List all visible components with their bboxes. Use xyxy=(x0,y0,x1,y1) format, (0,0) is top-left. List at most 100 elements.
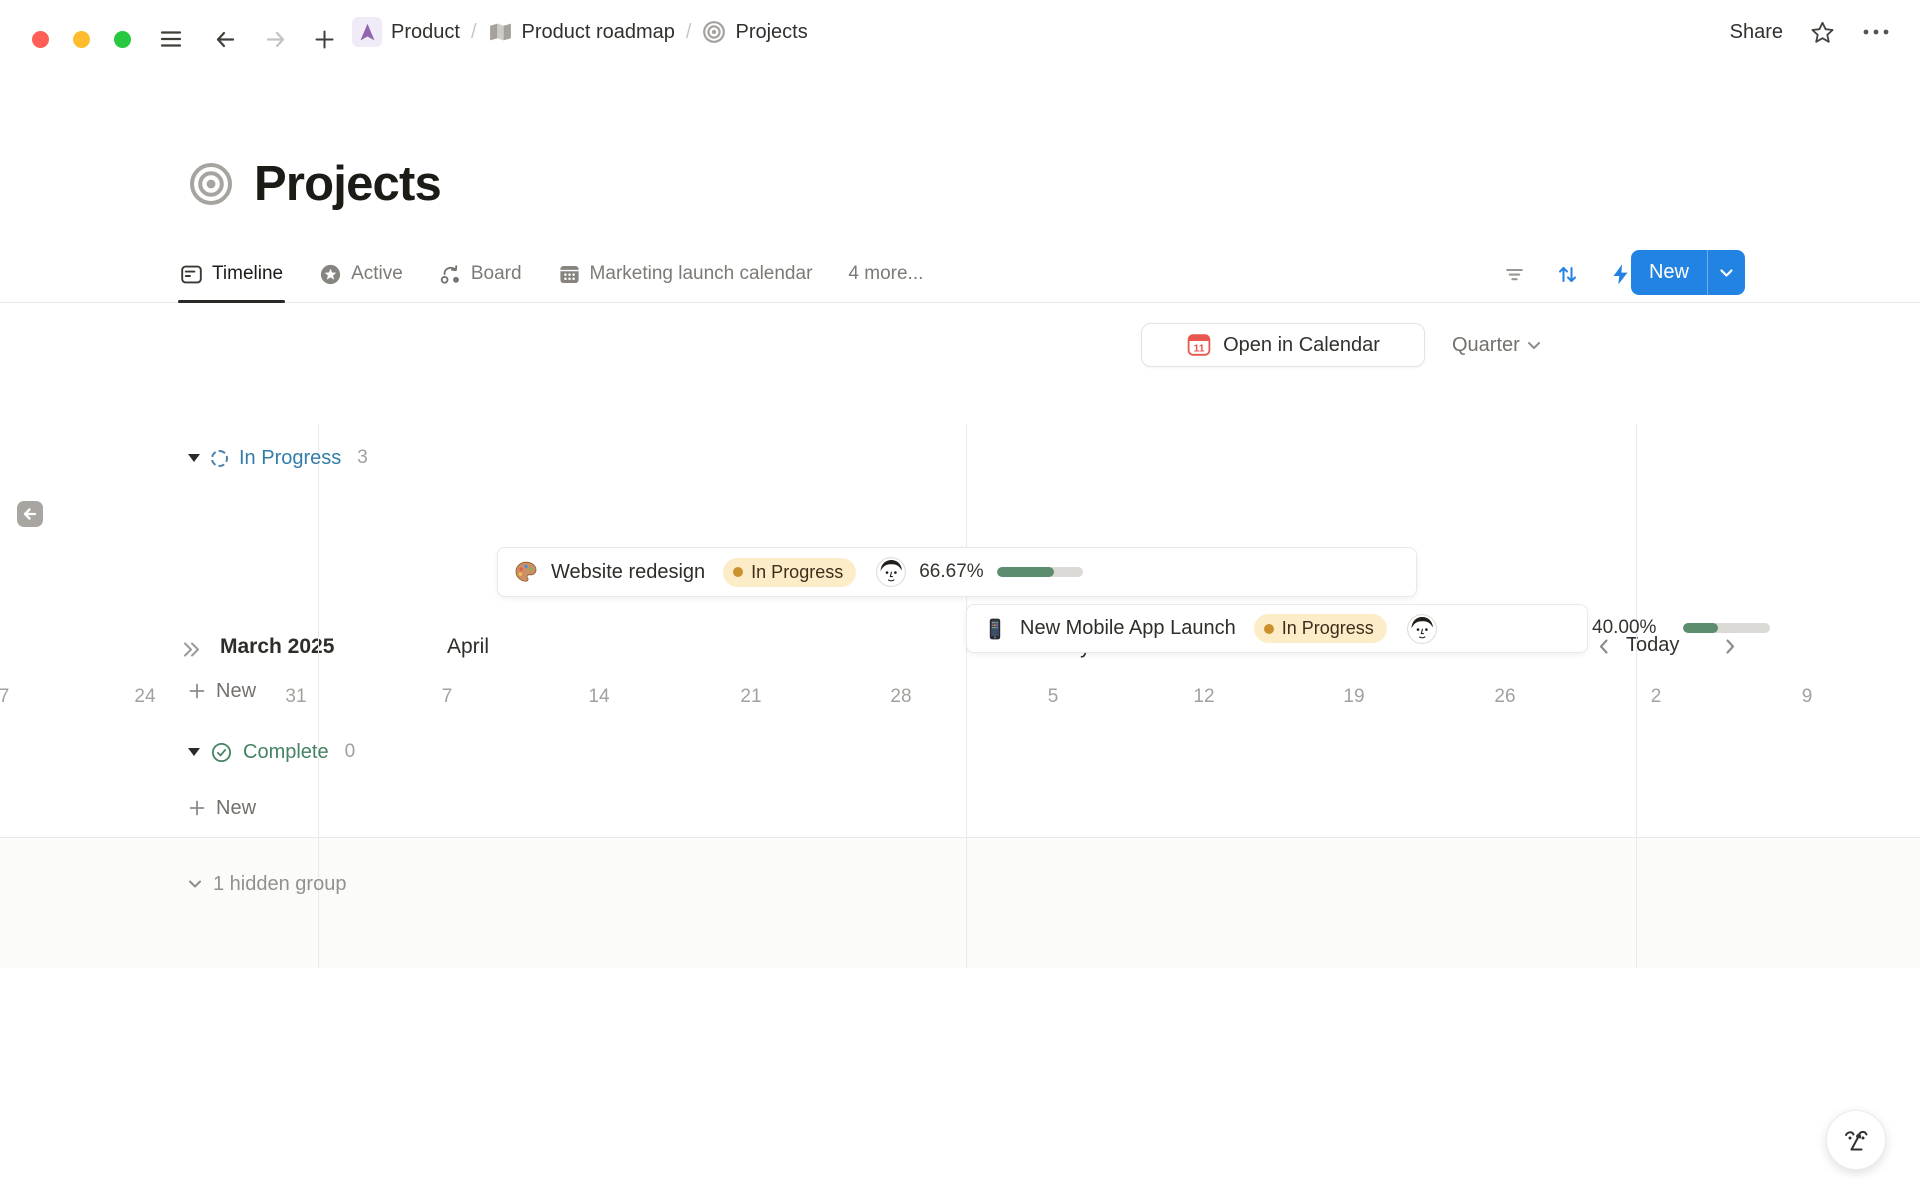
chevron-down-icon xyxy=(186,875,204,893)
timeline-card-website-redesign[interactable]: Website redesign In Progress 66.67% xyxy=(497,547,1417,597)
timeline-body: In Progress 3 Website redesign In Progre… xyxy=(0,424,1920,968)
view-tabs-row: Timeline Active Board Marketing launch c… xyxy=(0,246,1920,303)
more-icon[interactable] xyxy=(1862,28,1890,36)
window-close-button[interactable] xyxy=(32,31,49,48)
svg-text:11: 11 xyxy=(1194,343,1205,355)
new-button-chevron-icon[interactable] xyxy=(1707,250,1745,295)
breadcrumb-projects[interactable]: Projects xyxy=(735,21,807,44)
target-icon xyxy=(702,20,726,44)
group-name: In Progress xyxy=(239,447,341,470)
notion-ai-button[interactable] xyxy=(1826,1110,1886,1170)
breadcrumb: Product / Product roadmap / Projects xyxy=(352,17,808,47)
month-gridline xyxy=(966,424,967,968)
chevron-down-icon xyxy=(1527,341,1541,350)
new-page-icon[interactable] xyxy=(311,26,337,52)
map-icon xyxy=(488,20,513,44)
share-button[interactable]: Share xyxy=(1730,21,1783,44)
group-name: Complete xyxy=(243,741,329,764)
assignee-avatar xyxy=(876,557,906,587)
status-badge: In Progress xyxy=(723,558,856,587)
breadcrumb-product[interactable]: Product xyxy=(391,21,460,44)
tab-label: Marketing launch calendar xyxy=(590,263,813,285)
breadcrumb-separator: / xyxy=(684,21,694,44)
window-titlebar: Product / Product roadmap / Projects Sha… xyxy=(0,0,1920,64)
view-tabs: Timeline Active Board Marketing launch c… xyxy=(180,246,923,302)
timeline-zoom-select[interactable]: Quarter xyxy=(1452,323,1541,367)
window-minimize-button[interactable] xyxy=(73,31,90,48)
month-gridline xyxy=(1636,424,1637,968)
collapse-triangle-icon[interactable] xyxy=(188,454,200,462)
filter-icon[interactable] xyxy=(1503,263,1526,286)
breadcrumb-product-roadmap[interactable]: Product roadmap xyxy=(522,21,675,44)
status-label: In Progress xyxy=(1282,618,1374,639)
calendar-view-icon xyxy=(558,263,581,286)
card-title: New Mobile App Launch xyxy=(1020,617,1236,640)
hidden-group-toggle[interactable]: 1 hidden group xyxy=(186,870,346,898)
page-title: Projects xyxy=(254,156,441,212)
group-header-complete[interactable]: Complete 0 xyxy=(188,737,355,767)
status-badge: In Progress xyxy=(1254,614,1387,643)
window-zoom-button[interactable] xyxy=(114,31,131,48)
tab-active[interactable]: Active xyxy=(319,246,403,302)
in-progress-status-icon xyxy=(211,450,228,467)
notion-ai-face-icon xyxy=(1837,1121,1875,1159)
assignee-avatar xyxy=(1407,614,1437,644)
breadcrumb-separator: / xyxy=(469,21,479,44)
hidden-group-label: 1 hidden group xyxy=(213,873,346,896)
card-title: Website redesign xyxy=(551,561,705,584)
scroll-left-button[interactable] xyxy=(17,501,43,527)
progress-bar xyxy=(997,567,1083,577)
progress-bar-fill xyxy=(1683,623,1718,633)
forward-icon[interactable] xyxy=(262,26,288,52)
tabs-more-button[interactable]: 4 more... xyxy=(848,263,923,285)
topbar-actions: Share xyxy=(1730,17,1890,47)
zoom-level-label: Quarter xyxy=(1452,334,1520,357)
tab-label: Active xyxy=(351,263,403,285)
mobile-phone-icon xyxy=(983,617,1007,641)
tab-label: Board xyxy=(471,263,522,285)
progress-bar-fill xyxy=(997,567,1055,577)
new-button-label[interactable]: New xyxy=(1631,250,1707,295)
progress-bar xyxy=(1683,623,1770,633)
tab-timeline[interactable]: Timeline xyxy=(180,246,283,302)
notion-window: Product / Product roadmap / Projects Sha… xyxy=(0,0,1920,1200)
add-new-label: New xyxy=(216,797,256,820)
timeline-header: March 2025 April May 11 Open in Calendar… xyxy=(0,303,1920,424)
board-view-icon xyxy=(439,263,462,286)
page-target-icon xyxy=(188,161,234,207)
open-in-calendar-label: Open in Calendar xyxy=(1223,334,1380,357)
add-new-label: New xyxy=(216,680,256,703)
group-header-in-progress[interactable]: In Progress 3 xyxy=(188,443,368,473)
open-in-calendar-button[interactable]: 11 Open in Calendar xyxy=(1141,323,1425,367)
collapse-triangle-icon[interactable] xyxy=(188,748,200,756)
calendar-icon: 11 xyxy=(1186,332,1212,358)
progress-percent: 66.67% xyxy=(919,561,983,583)
tab-marketing-launch-calendar[interactable]: Marketing launch calendar xyxy=(558,246,813,302)
favorite-star-icon[interactable] xyxy=(1810,20,1835,45)
tab-label: Timeline xyxy=(212,263,283,285)
hidden-group-section xyxy=(0,837,1920,968)
add-new-item-button[interactable]: New xyxy=(188,677,256,705)
star-circle-icon xyxy=(319,263,342,286)
page-header: Projects xyxy=(188,156,441,212)
status-dot-icon xyxy=(733,567,743,577)
lightning-icon[interactable] xyxy=(1609,263,1632,286)
back-icon[interactable] xyxy=(212,26,238,52)
add-new-item-button[interactable]: New xyxy=(188,794,256,822)
hamburger-icon[interactable] xyxy=(158,26,184,52)
tab-board[interactable]: Board xyxy=(439,246,522,302)
timeline-view-icon xyxy=(180,263,203,286)
status-dot-icon xyxy=(1264,624,1274,634)
sort-icon[interactable] xyxy=(1556,263,1579,286)
group-count: 0 xyxy=(345,741,356,763)
group-count: 3 xyxy=(357,447,368,469)
product-rocket-icon xyxy=(352,17,382,47)
plus-icon xyxy=(188,799,206,817)
progress-percent: 40.00% xyxy=(1592,617,1656,639)
new-button[interactable]: New xyxy=(1631,250,1745,295)
status-label: In Progress xyxy=(751,562,843,583)
complete-status-icon xyxy=(211,742,232,763)
plus-icon xyxy=(188,682,206,700)
palette-icon xyxy=(514,560,538,584)
timeline-card-new-mobile-app-launch[interactable]: New Mobile App Launch In Progress xyxy=(966,604,1588,653)
